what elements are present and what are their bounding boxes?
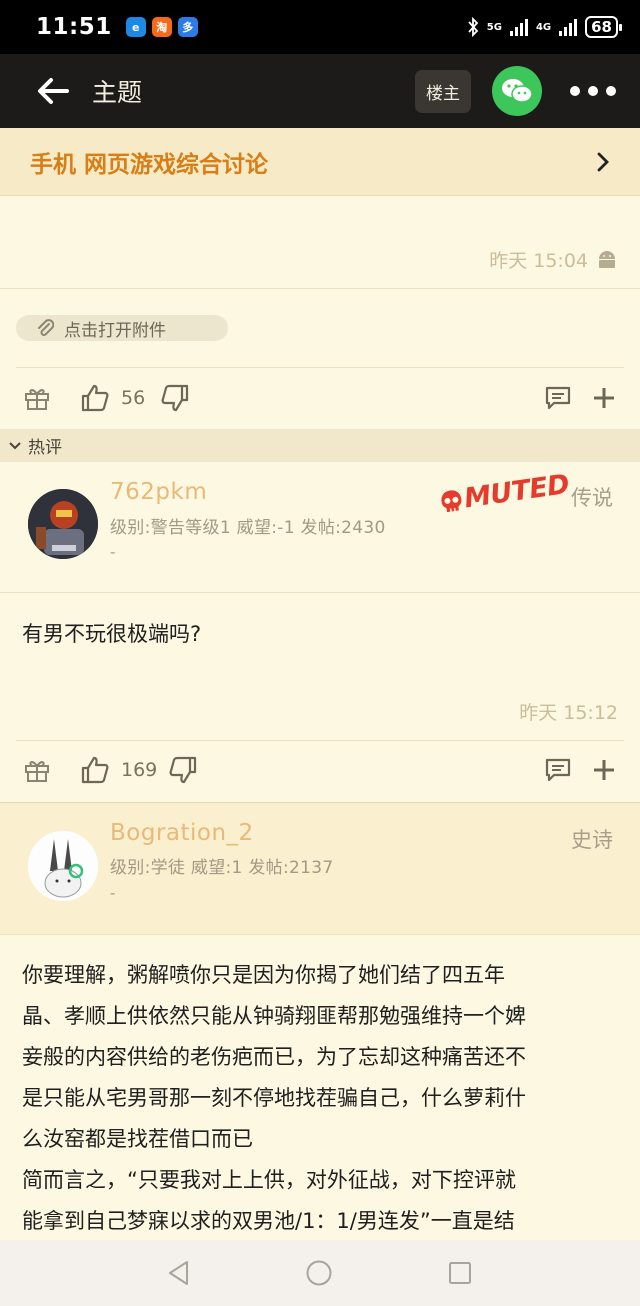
recents-square-icon[interactable] [447,1260,473,1286]
plus-icon[interactable] [592,758,616,782]
battery-indicator: 68 [585,16,622,38]
back-arrow-icon[interactable] [36,76,70,106]
status-time: 11:51 [36,14,112,40]
bluetooth-icon [468,17,479,37]
username[interactable]: 762pkm [110,479,207,505]
paperclip-icon [38,319,54,336]
muted-badge: MUTED [436,469,571,518]
hot-comments-label: 热评 [28,438,62,458]
open-attachment-button[interactable]: 点击打开附件 [16,315,228,341]
user-meta: 级别:警告等级1 威望:-1 发帖:2430 [110,518,386,538]
reply-line: 晶、孝顺上供依然只能从钟骑翔匪帮那勉强维持一个婢 [22,1004,526,1028]
reply-line: 么汝窑都是找茬借口而已 [22,1127,253,1151]
post-time: 昨天 15:04 [489,246,618,273]
user-meta: 级别:学徒 威望:1 发帖:2137 [110,858,334,878]
reply-time: 昨天 15:12 [519,702,618,724]
comment-icon[interactable] [544,757,572,783]
muted-label: MUTED [462,468,572,515]
wechat-icon [502,79,533,103]
taobao-app-icon: 淘 [151,17,172,37]
thumbs-up-icon[interactable] [80,383,110,413]
divider [0,592,640,593]
reply-line: 妾般的内容供给的老伤疤而已，为了忘却这种痛苦还不 [22,1045,526,1069]
app-notification-icon: 多 [177,17,198,37]
username[interactable]: Bogration_2 [110,820,254,846]
reply-line: 简而言之，“只要我对上上供，对外征战，对下控评就 [22,1168,516,1192]
reply-line: 是只能从宅男哥那一刻不停地找茬骗自己，什么萝莉什 [22,1086,526,1110]
divider [0,934,640,935]
divider [16,367,624,368]
comment-icon[interactable] [544,385,572,411]
more-menu-icon[interactable] [570,86,616,96]
back-triangle-icon[interactable] [167,1260,191,1286]
network-4g-label: 4G [535,21,552,33]
forum-name: 手机 网页游戏综合讨论 [30,151,269,178]
gift-icon[interactable] [24,757,50,783]
browser-app-icon: e [125,17,146,37]
like-count: 56 [121,387,146,409]
divider [16,740,624,741]
user-signature: - [110,884,116,902]
hot-comments-header[interactable]: 热评 [0,429,640,462]
skull-icon [441,489,462,512]
post-time-text: 昨天 15:04 [489,250,588,272]
reply-line: 能拿到自己梦寐以求的双男池/1：1/男连发”一直是结 [22,1209,515,1233]
divider [0,802,640,803]
user-rank: 史诗 [571,828,613,852]
chevron-right-icon [597,152,609,171]
thumbs-down-icon[interactable] [160,383,190,413]
user-signature: - [110,543,116,561]
reply-content: 有男不玩很极端吗? [22,622,202,646]
like-count: 169 [121,759,158,781]
page-title: 主题 [92,78,143,107]
thumbs-down-icon[interactable] [168,755,198,785]
signal-icon-2 [559,18,578,36]
network-5g-label: 5G [486,21,502,33]
attachment-label: 点击打开附件 [64,320,166,341]
thumbs-up-icon[interactable] [80,755,110,785]
signal-icon-1 [509,18,528,36]
system-nav-bar [0,1240,640,1306]
owner-only-button[interactable]: 楼主 [415,69,471,113]
android-icon [599,250,615,268]
gift-icon[interactable] [24,385,50,411]
home-circle-icon[interactable] [305,1259,333,1287]
reply-content: 你要理解，粥解喷你只是因为你揭了她们结了四五年 晶、孝顺上供依然只能从钟骑翔匪帮… [22,955,622,1242]
divider [0,288,640,289]
reply-actions: 169 [0,750,640,790]
top-nav-bar: 主题 楼主 [0,54,640,128]
notification-icons: e 淘 多 [125,17,198,37]
reply-line: 你要理解，粥解喷你只是因为你揭了她们结了四五年 [22,963,505,987]
forum-header[interactable]: 手机 网页游戏综合讨论 [0,128,640,196]
avatar[interactable] [28,489,98,559]
plus-icon[interactable] [592,386,616,410]
wechat-share-button[interactable] [492,66,542,116]
status-bar: 11:51 e 淘 多 5G 4G 68 [0,0,640,54]
user-rank: 传说 [571,486,613,510]
chevron-down-icon [9,441,21,449]
avatar[interactable] [28,831,98,901]
post-actions: 56 [0,378,640,418]
